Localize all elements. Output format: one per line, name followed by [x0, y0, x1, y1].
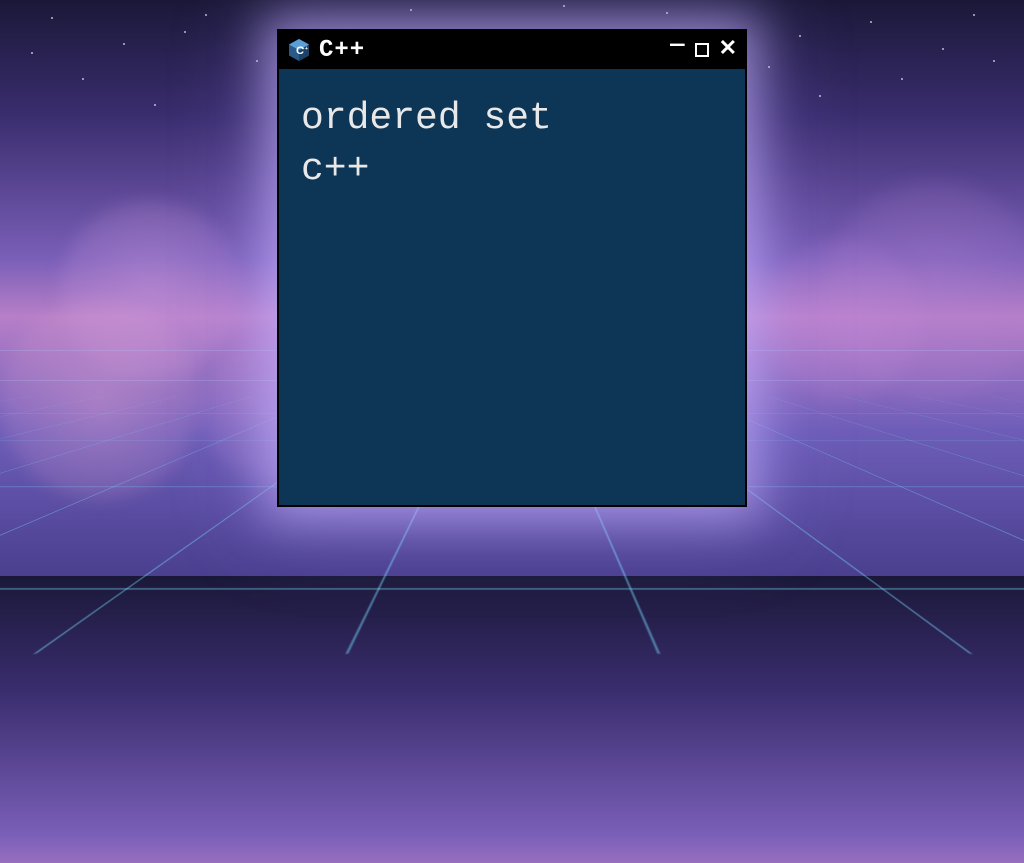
window-title: C++ [319, 37, 662, 64]
terminal-window: C + + C++ — ✕ ordered set c++ [277, 29, 747, 507]
svg-text:+: + [305, 46, 308, 52]
window-controls: — ✕ [670, 38, 737, 62]
titlebar[interactable]: C + + C++ — ✕ [279, 31, 745, 69]
cpp-icon: C + + [287, 38, 311, 62]
minimize-button[interactable]: — [670, 34, 684, 58]
terminal-content[interactable]: ordered set c++ [279, 69, 745, 220]
maximize-button[interactable] [695, 43, 709, 57]
close-button[interactable]: ✕ [719, 39, 737, 61]
